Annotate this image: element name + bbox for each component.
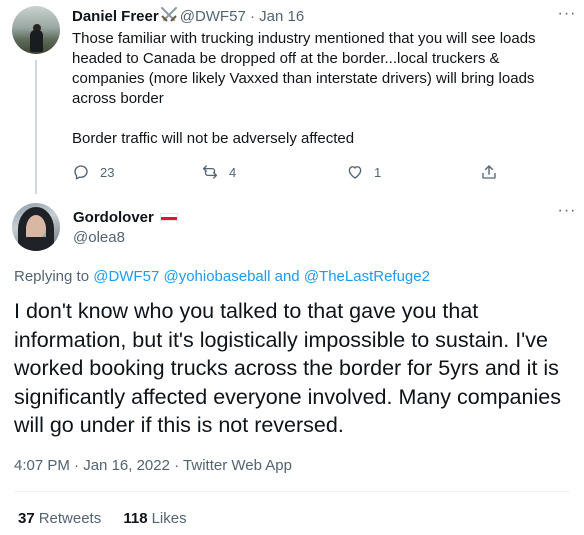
reply-icon <box>74 165 88 180</box>
tweet2-author-name[interactable]: Gordolover <box>73 209 154 226</box>
stats-divider <box>14 491 570 492</box>
avatar-gordolover[interactable] <box>12 203 60 251</box>
engagement-stats: 37 Retweets 118 Likes <box>18 510 187 528</box>
avatar-body <box>16 237 56 251</box>
meta-separator: · <box>74 457 80 474</box>
likes-label: Likes <box>151 510 187 527</box>
tweet1-author-name[interactable]: Daniel Freer <box>72 8 159 25</box>
reply-button[interactable]: 23 <box>72 161 114 183</box>
retweets-stat[interactable]: 37 Retweets <box>18 510 101 527</box>
tweet2-source[interactable]: Twitter Web App <box>183 457 292 474</box>
retweets-count: 37 <box>18 510 35 527</box>
retweets-label: Retweets <box>38 510 102 527</box>
thread-connector-line <box>35 60 37 194</box>
mention-conjunction: and <box>274 268 300 285</box>
crossed-swords-icon <box>160 7 177 22</box>
tweet1-body: Those familiar with trucking industry me… <box>72 30 536 147</box>
avatar-figure-body <box>30 30 43 52</box>
replying-to-line: Replying to @DWF57 @yohiobaseball and @T… <box>14 268 430 286</box>
meta-separator: · <box>174 457 180 474</box>
tweet1-more-options-icon[interactable]: ··· <box>557 6 577 28</box>
tweet1-header: Daniel Freer @DWF57 · Jan 16 <box>72 7 304 27</box>
retweet-button[interactable]: 4 <box>201 161 236 183</box>
tweet2-time[interactable]: 4:07 PM <box>14 457 70 474</box>
likes-count: 118 <box>123 510 148 527</box>
retweet-icon <box>202 165 218 179</box>
like-count: 1 <box>374 164 382 180</box>
mention-link[interactable]: @DWF57 <box>93 268 159 285</box>
mention-link[interactable]: @yohiobaseball <box>163 268 270 285</box>
retweet-count: 4 <box>229 164 237 180</box>
heart-icon <box>348 166 362 179</box>
tweet1-separator: · <box>249 8 255 25</box>
avatar-daniel-freer[interactable] <box>12 6 60 54</box>
tweet2-metadata: 4:07 PM · Jan 16, 2022 · Twitter Web App <box>14 457 292 475</box>
tweet1-action-bar: 23 4 1 <box>72 161 512 183</box>
replying-to-prefix: Replying to <box>14 268 90 285</box>
like-button[interactable]: 1 <box>346 161 381 183</box>
likes-stat[interactable]: 118 Likes <box>123 510 186 527</box>
tweet1-date[interactable]: Jan 16 <box>259 8 304 25</box>
tweet2-handle[interactable]: @olea8 <box>73 229 125 247</box>
share-button[interactable] <box>480 161 498 183</box>
tweet2-more-options-icon[interactable]: ··· <box>557 203 577 225</box>
tweet2-date[interactable]: Jan 16, 2022 <box>83 457 170 474</box>
reply-count: 23 <box>100 164 115 180</box>
tweet2-text: I don't know who you talked to that gave… <box>14 299 561 437</box>
tweet1-handle[interactable]: @DWF57 <box>180 8 246 25</box>
poland-flag-icon <box>159 213 178 221</box>
mention-link[interactable]: @TheLastRefuge2 <box>304 268 430 285</box>
tweet2-author: Gordolover <box>73 209 178 227</box>
share-icon <box>482 165 496 179</box>
tweet1-text: Those familiar with trucking industry me… <box>72 29 552 149</box>
